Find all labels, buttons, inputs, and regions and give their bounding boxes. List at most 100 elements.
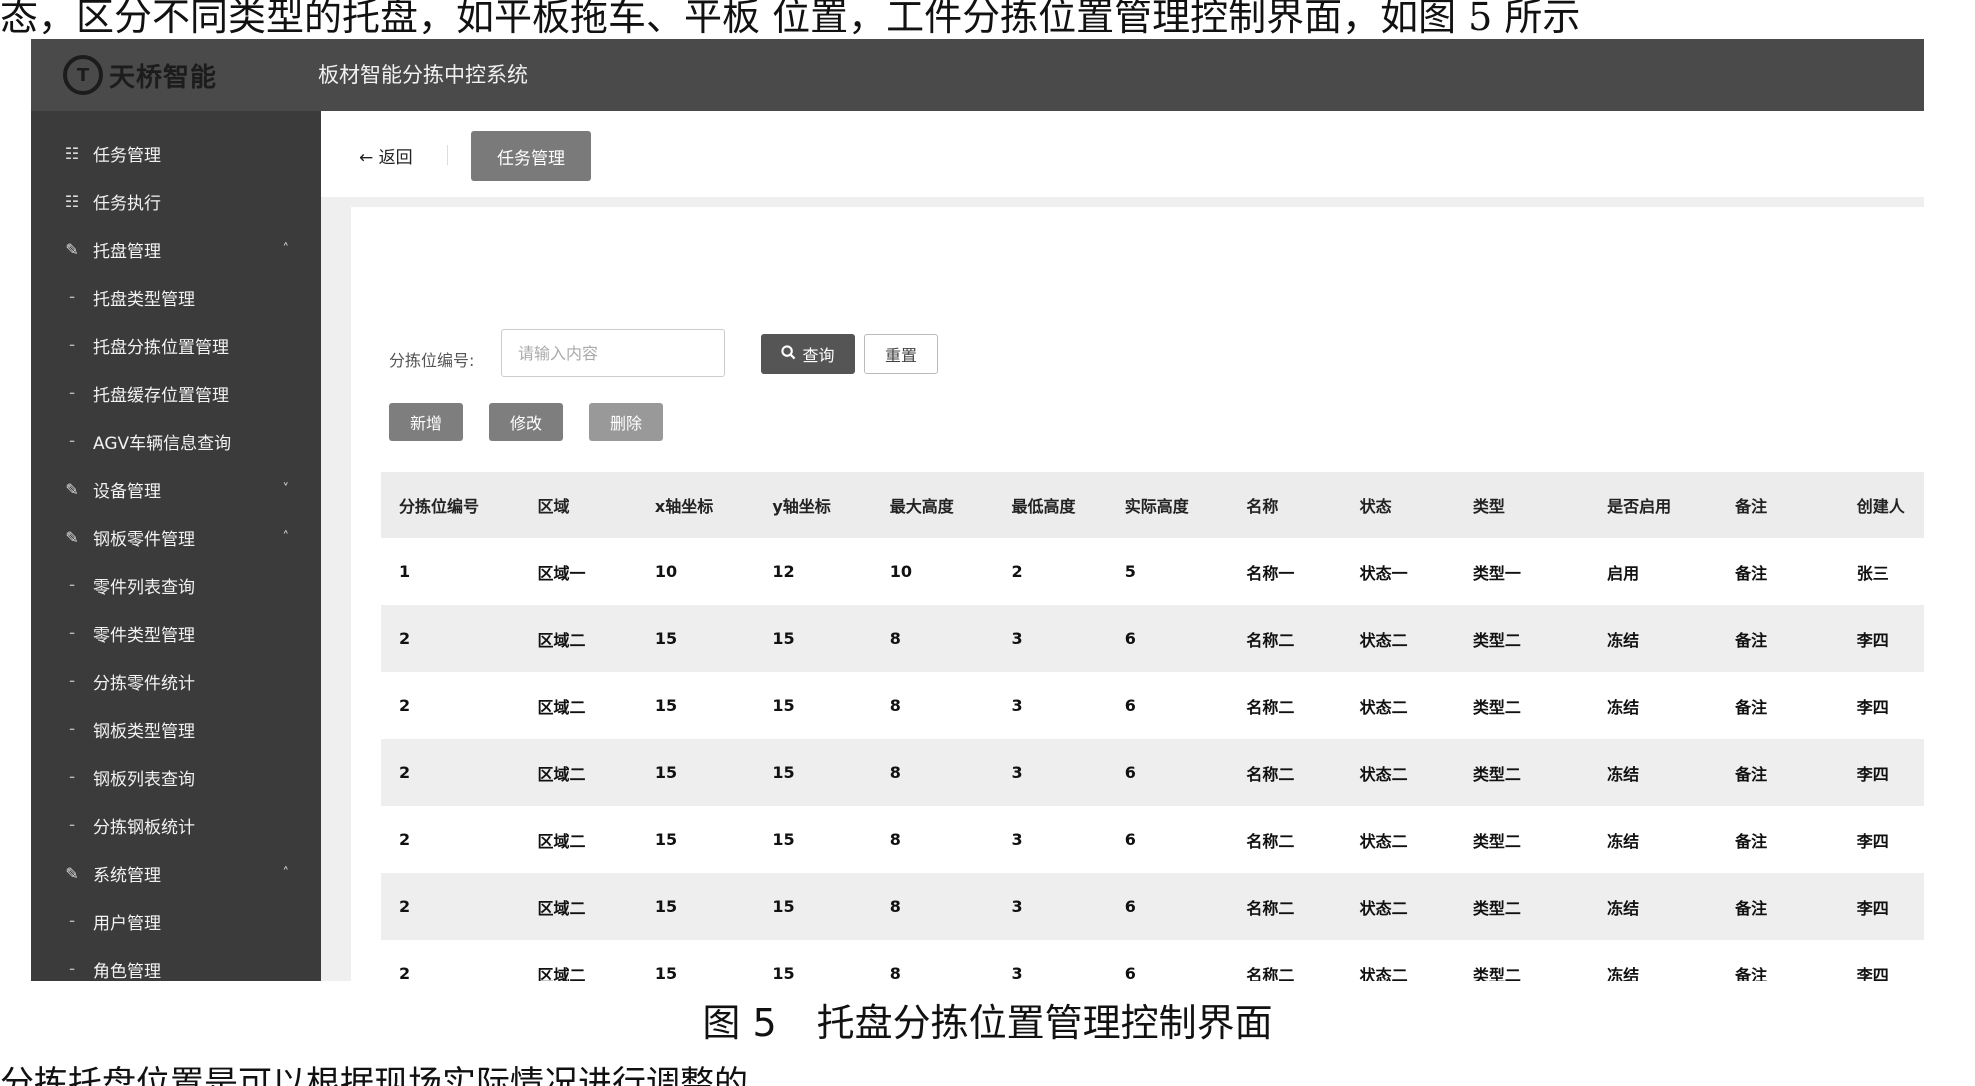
table-cell: 状态二	[1341, 873, 1455, 940]
table-cell: 状态二	[1341, 605, 1455, 672]
query-button[interactable]: 查询	[761, 334, 855, 374]
sidebar-item[interactable]: - AGV车辆信息查询	[31, 421, 321, 461]
table-cell: 名称二	[1228, 672, 1342, 739]
data-table: 分拣位编号 区域 x轴坐标 y轴坐标 最大高度 最低高度 实际高度 名称 状态 类型 是否启用 备注创…	[381, 472, 1924, 981]
table-cell: 状态二	[1341, 672, 1455, 739]
table-cell: 2	[381, 940, 520, 981]
table-row[interactable]: 2区域二1515836名称二状态二类型二冻结备注李四202	[381, 672, 1924, 739]
table-cell: 张三	[1838, 538, 1924, 605]
table-cell: 2	[381, 605, 520, 672]
table-cell: 15	[636, 739, 755, 806]
table-cell: 15	[754, 672, 872, 739]
table-cell: 李四	[1838, 940, 1924, 981]
app-screenshot: T 天桥智能 板材智能分拣中控系统 ☷ 任务管理 ☷ 任务执行 ✎ 托盘管理 ˄ - 托盘类型管…	[31, 39, 1924, 981]
sidebar-item-label: 托盘管理	[93, 241, 161, 262]
column-header[interactable]: 名称	[1228, 472, 1342, 538]
sidebar-item[interactable]: ✎ 系统管理 ˄	[31, 853, 321, 893]
table-cell: 李四	[1838, 605, 1924, 672]
table-cell: 冻结	[1589, 940, 1718, 981]
column-header[interactable]: 分拣位编号	[381, 472, 520, 538]
back-button[interactable]: ← 返回	[359, 143, 413, 168]
sidebar-item[interactable]: ✎ 设备管理 ˅	[31, 469, 321, 509]
tab-bar: ← 返回 任务管理	[321, 111, 1924, 197]
column-header[interactable]: x轴坐标	[636, 472, 755, 538]
table-cell: 冻结	[1589, 672, 1718, 739]
chevron-up-icon[interactable]: ˄	[283, 242, 290, 257]
sidebar-item-label: 系统管理	[93, 865, 161, 886]
sidebar-item-label: 钢板类型管理	[93, 721, 195, 742]
sidebar-item[interactable]: ✎ 钢板零件管理 ˄	[31, 517, 321, 557]
sidebar-item[interactable]: - 分拣零件统计	[31, 661, 321, 701]
column-header[interactable]: 最低高度	[993, 472, 1107, 538]
sidebar-item[interactable]: - 托盘类型管理	[31, 277, 321, 317]
table-cell: 15	[754, 605, 872, 672]
delete-button[interactable]: 删除	[589, 403, 663, 441]
table-cell: 2	[381, 739, 520, 806]
sidebar-item[interactable]: - 零件列表查询	[31, 565, 321, 605]
app-title: 板材智能分拣中控系统	[318, 63, 528, 87]
table-cell: 6	[1106, 806, 1229, 873]
sidebar-item[interactable]: - 托盘分拣位置管理	[31, 325, 321, 365]
table-row[interactable]: 2区域二1515836名称二状态二类型二冻结备注李四202	[381, 806, 1924, 873]
table-row[interactable]: 2区域二1515836名称二状态二类型二冻结备注李四202	[381, 739, 1924, 806]
top-bar: T 天桥智能 板材智能分拣中控系统	[31, 39, 1924, 111]
sidebar-item[interactable]: - 零件类型管理	[31, 613, 321, 653]
column-header[interactable]: 实际高度	[1106, 472, 1229, 538]
table-cell: 15	[636, 940, 755, 981]
data-table-container: 分拣位编号 区域 x轴坐标 y轴坐标 最大高度 最低高度 实际高度 名称 状态 类型 是否启用 备注创…	[381, 472, 1924, 981]
document-bottom-text: 分拣托盘位置是可以根据现场实际情况进行调整的	[0, 1064, 748, 1086]
table-row[interactable]: 1区域一10121025名称一状态一类型一启用备注张三202	[381, 538, 1924, 605]
sidebar-item[interactable]: - 分拣钢板统计	[31, 805, 321, 845]
submenu-dash: -	[69, 383, 76, 403]
add-button[interactable]: 新增	[389, 403, 463, 441]
sidebar-item[interactable]: ☷ 任务执行	[31, 181, 321, 221]
chevron-up-icon[interactable]: ˄	[283, 530, 290, 545]
table-cell: 状态一	[1341, 538, 1455, 605]
table-cell: 6	[1106, 739, 1229, 806]
table-row[interactable]: 2区域二1515836名称二状态二类型二冻结备注李四202	[381, 940, 1924, 981]
sidebar-item[interactable]: ☷ 任务管理	[31, 133, 321, 173]
table-cell: 6	[1106, 672, 1229, 739]
caption-title: 托盘分拣位置管理控制界面	[816, 1001, 1273, 1045]
column-header[interactable]: 创建人	[1838, 472, 1924, 538]
sidebar-item[interactable]: - 钢板类型管理	[31, 709, 321, 749]
reset-button[interactable]: 重置	[864, 334, 938, 374]
sidebar-item[interactable]: - 钢板列表查询	[31, 757, 321, 797]
column-header[interactable]: 区域	[519, 472, 637, 538]
column-header[interactable]: 状态	[1341, 472, 1455, 538]
sidebar-item[interactable]: ✎ 托盘管理 ˄	[31, 229, 321, 269]
sidebar-item[interactable]: - 用户管理	[31, 901, 321, 941]
table-cell: 名称二	[1228, 605, 1342, 672]
table-row[interactable]: 2区域二1515836名称二状态二类型二冻结备注李四202	[381, 873, 1924, 940]
chevron-up-icon[interactable]: ˄	[283, 866, 290, 881]
column-header[interactable]: y轴坐标	[754, 472, 872, 538]
search-input[interactable]	[501, 329, 725, 377]
sidebar-item-label: 零件列表查询	[93, 577, 195, 598]
submenu-dash: -	[69, 671, 76, 691]
sidebar-item[interactable]: - 角色管理	[31, 949, 321, 981]
table-cell: 类型一	[1454, 538, 1590, 605]
column-header[interactable]: 最大高度	[871, 472, 994, 538]
table-cell: 8	[871, 605, 994, 672]
table-cell: 状态二	[1341, 806, 1455, 873]
table-cell: 备注	[1717, 672, 1839, 739]
table-cell: 15	[754, 739, 872, 806]
table-row[interactable]: 2区域二1515836名称二状态二类型二冻结备注李四202	[381, 605, 1924, 672]
sidebar-item-label: AGV车辆信息查询	[93, 433, 232, 454]
sidebar-item-label: 钢板零件管理	[93, 529, 195, 550]
column-header[interactable]: 是否启用	[1589, 472, 1718, 538]
edit-button[interactable]: 修改	[489, 403, 563, 441]
table-cell: 8	[871, 806, 994, 873]
table-cell: 冻结	[1589, 806, 1718, 873]
column-header[interactable]: 备注	[1717, 472, 1839, 538]
sidebar-item[interactable]: - 托盘缓存位置管理	[31, 373, 321, 413]
table-header-row: 分拣位编号 区域 x轴坐标 y轴坐标 最大高度 最低高度 实际高度 名称 状态 类型 是否启用 备注创…	[381, 472, 1924, 538]
chevron-down-icon[interactable]: ˅	[283, 482, 290, 497]
table-cell: 3	[993, 739, 1107, 806]
table-cell: 3	[993, 605, 1107, 672]
table-cell: 6	[1106, 605, 1229, 672]
tab-task-management[interactable]: 任务管理	[471, 131, 591, 181]
table-cell: 6	[1106, 873, 1229, 940]
table-cell: 6	[1106, 940, 1229, 981]
column-header[interactable]: 类型	[1454, 472, 1590, 538]
